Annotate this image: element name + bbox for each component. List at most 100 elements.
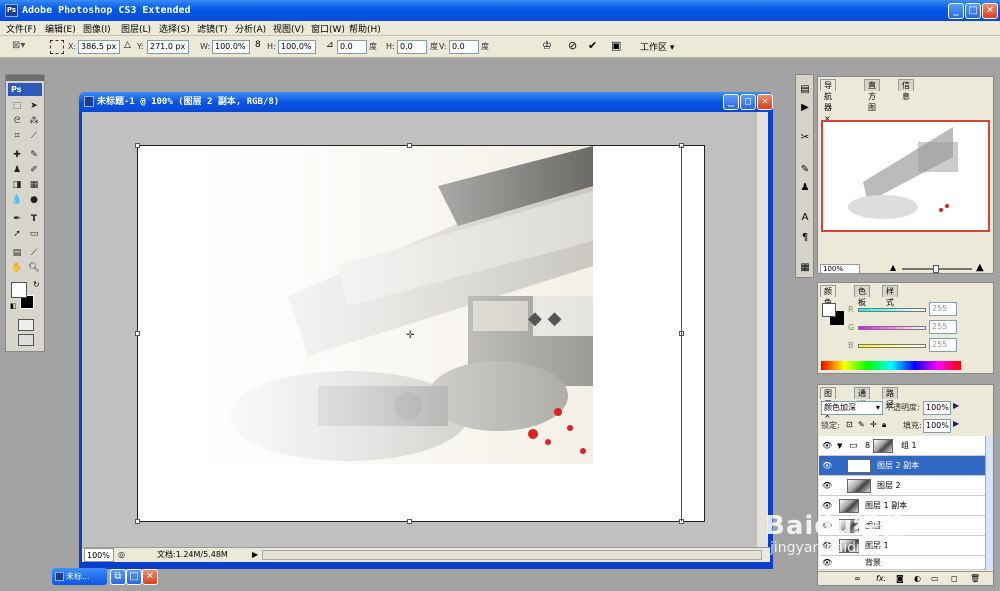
default-colors-icon[interactable]: ◧ xyxy=(10,302,17,310)
doc-close-icon[interactable]: ✕ xyxy=(757,94,773,110)
angle-field[interactable]: 0.0 xyxy=(337,40,367,54)
expand-triangle-icon[interactable]: ▼ xyxy=(837,436,842,456)
brushes-panel-icon[interactable]: ✎ xyxy=(798,163,812,177)
zoom-tool-icon[interactable]: 🔍︎ xyxy=(27,262,41,275)
tab-histogram[interactable]: 直方图 xyxy=(864,79,880,112)
eye-icon[interactable]: 👁︎ xyxy=(822,556,832,570)
r-value-field[interactable]: 255 xyxy=(929,302,957,316)
tab-info[interactable]: 信息 xyxy=(898,79,914,101)
fill-field[interactable]: 100% xyxy=(923,419,951,433)
eyedropper-icon[interactable]: ⟋ xyxy=(27,247,41,260)
taskbar-maximize-icon[interactable]: □ xyxy=(126,569,142,585)
dodge-tool-icon[interactable]: ● xyxy=(27,194,41,207)
clone-source-icon[interactable]: ♟ xyxy=(798,181,812,195)
menu-help[interactable]: 帮助(H) xyxy=(349,22,381,35)
link-layers-icon[interactable]: ∞ xyxy=(854,572,861,585)
layer-row[interactable]: 👁︎ ▼ ▭ 8 组 1 xyxy=(819,436,986,456)
menu-filter[interactable]: 滤镜(T) xyxy=(197,22,228,35)
menu-file[interactable]: 文件(F) xyxy=(6,22,36,35)
adjustment-layer-icon[interactable]: ◐ xyxy=(914,572,921,585)
tab-paths[interactable]: 路径 xyxy=(882,387,898,409)
lock-all-icon[interactable]: 🔒︎ xyxy=(882,420,886,430)
lock-position-icon[interactable]: ✛ xyxy=(870,420,877,429)
minimize-icon[interactable]: _ xyxy=(948,3,964,19)
menu-window[interactable]: 窗口(W) xyxy=(311,22,345,35)
document-title-bar[interactable]: 未标题-1 @ 100% (图层 2 副本, RGB/8) _ □ ✕ xyxy=(79,92,773,112)
lock-transparency-icon[interactable]: ⊡ xyxy=(846,420,853,429)
delta-icon[interactable]: △ xyxy=(124,40,131,50)
transform-handle[interactable] xyxy=(407,143,412,148)
path-select-icon[interactable]: ➚ xyxy=(10,228,24,241)
actions-panel-icon[interactable]: ▶ xyxy=(798,101,812,115)
lasso-tool-icon[interactable]: ᘓ xyxy=(10,115,24,128)
lock-image-icon[interactable]: ✎ xyxy=(858,420,865,429)
y-position-field[interactable]: 271.0 px xyxy=(147,40,189,54)
vertical-skew-field[interactable]: 0.0 xyxy=(449,40,479,54)
reference-point-icon[interactable] xyxy=(50,40,64,54)
zoom-slider-thumb[interactable] xyxy=(933,265,939,273)
cancel-transform-icon[interactable]: ⊘ xyxy=(568,39,577,52)
screen-mode-icon[interactable] xyxy=(18,334,34,346)
layer-row[interactable]: 👁︎ 图层 2 副本 xyxy=(819,456,986,476)
menu-select[interactable]: 选择(S) xyxy=(159,22,190,35)
b-slider[interactable] xyxy=(858,344,926,348)
layer-style-icon[interactable]: fx. xyxy=(876,572,886,585)
horizontal-skew-field[interactable]: 0.0 xyxy=(397,40,427,54)
transform-handle[interactable] xyxy=(135,519,140,524)
new-layer-icon[interactable]: ◻ xyxy=(951,572,958,585)
layers-scrollbar[interactable] xyxy=(985,436,993,570)
fill-arrow-icon[interactable]: ▶ xyxy=(953,419,959,428)
menu-view[interactable]: 视图(V) xyxy=(273,22,304,35)
slice-tool-icon[interactable]: ⟋ xyxy=(27,130,41,143)
canvas[interactable]: ◆ ◆ ✛ xyxy=(135,143,705,524)
tab-swatches[interactable]: 色板 xyxy=(854,285,870,307)
color-spectrum-bar[interactable] xyxy=(821,361,961,370)
crop-tool-icon[interactable]: ⌗ xyxy=(10,130,24,143)
tool-presets-icon[interactable]: ✂ xyxy=(798,131,812,145)
status-menu-arrow-icon[interactable]: ▶ xyxy=(252,548,258,562)
zoom-in-icon[interactable]: ▲ xyxy=(976,262,984,273)
brush-tool-icon[interactable]: ✎ xyxy=(27,149,41,162)
vertical-scrollbar[interactable] xyxy=(757,112,768,547)
workspace-menu[interactable]: 工作区 ▾ xyxy=(640,40,674,53)
doc-maximize-icon[interactable]: □ xyxy=(740,94,756,110)
history-brush-icon[interactable]: ✐ xyxy=(27,164,41,177)
layer-row[interactable]: 👁︎ 图层 2 xyxy=(819,476,986,496)
menu-image[interactable]: 图像(I) xyxy=(83,22,111,35)
move-tool-icon[interactable]: ➤ xyxy=(27,100,41,113)
x-position-field[interactable]: 386.5 px xyxy=(78,40,120,54)
blend-mode-select[interactable]: 颜色加深 ▾ xyxy=(821,401,883,415)
swap-colors-icon[interactable]: ↻ xyxy=(33,280,40,289)
color-fg-swatch[interactable] xyxy=(822,303,836,317)
transform-handle[interactable] xyxy=(135,331,140,336)
b-value-field[interactable]: 255 xyxy=(929,338,957,352)
doc-minimize-icon[interactable]: _ xyxy=(723,94,739,110)
shape-tool-icon[interactable]: ▭ xyxy=(27,228,41,241)
horizontal-scrollbar[interactable] xyxy=(262,550,762,560)
blur-tool-icon[interactable]: 💧 xyxy=(10,194,24,207)
type-tool-icon[interactable]: T xyxy=(27,213,41,226)
eye-icon[interactable]: 👁︎ xyxy=(822,436,832,456)
gradient-tool-icon[interactable]: ▦ xyxy=(27,179,41,192)
foreground-color-swatch[interactable] xyxy=(11,282,27,298)
zoom-out-icon[interactable]: ▲ xyxy=(890,263,896,272)
toolbox-header[interactable] xyxy=(6,75,44,81)
maximize-icon[interactable]: □ xyxy=(965,3,981,19)
healing-brush-icon[interactable]: ✚ xyxy=(10,149,24,162)
navigator-zoom-field[interactable]: 100% xyxy=(820,264,860,274)
tab-color[interactable]: 颜色 × xyxy=(820,285,836,318)
quick-mask-icon[interactable] xyxy=(18,319,34,331)
transform-handle[interactable] xyxy=(135,143,140,148)
history-panel-icon[interactable]: ▤ xyxy=(798,83,812,97)
navigator-preview[interactable] xyxy=(821,120,990,232)
g-slider[interactable] xyxy=(858,326,926,330)
eye-icon[interactable]: 👁︎ xyxy=(822,476,832,496)
eye-icon[interactable]: 👁︎ xyxy=(822,456,832,476)
width-field[interactable]: 100.0% xyxy=(212,40,250,54)
eraser-tool-icon[interactable]: ◨ xyxy=(10,179,24,192)
reference-crosshair-icon[interactable]: ✛ xyxy=(406,330,414,341)
layer-row[interactable]: 👁︎ 背景 xyxy=(819,556,986,570)
opacity-field[interactable]: 100% xyxy=(923,401,951,415)
link-icon[interactable]: 8 xyxy=(255,40,261,50)
layer-mask-icon[interactable]: ◙ xyxy=(896,572,904,585)
